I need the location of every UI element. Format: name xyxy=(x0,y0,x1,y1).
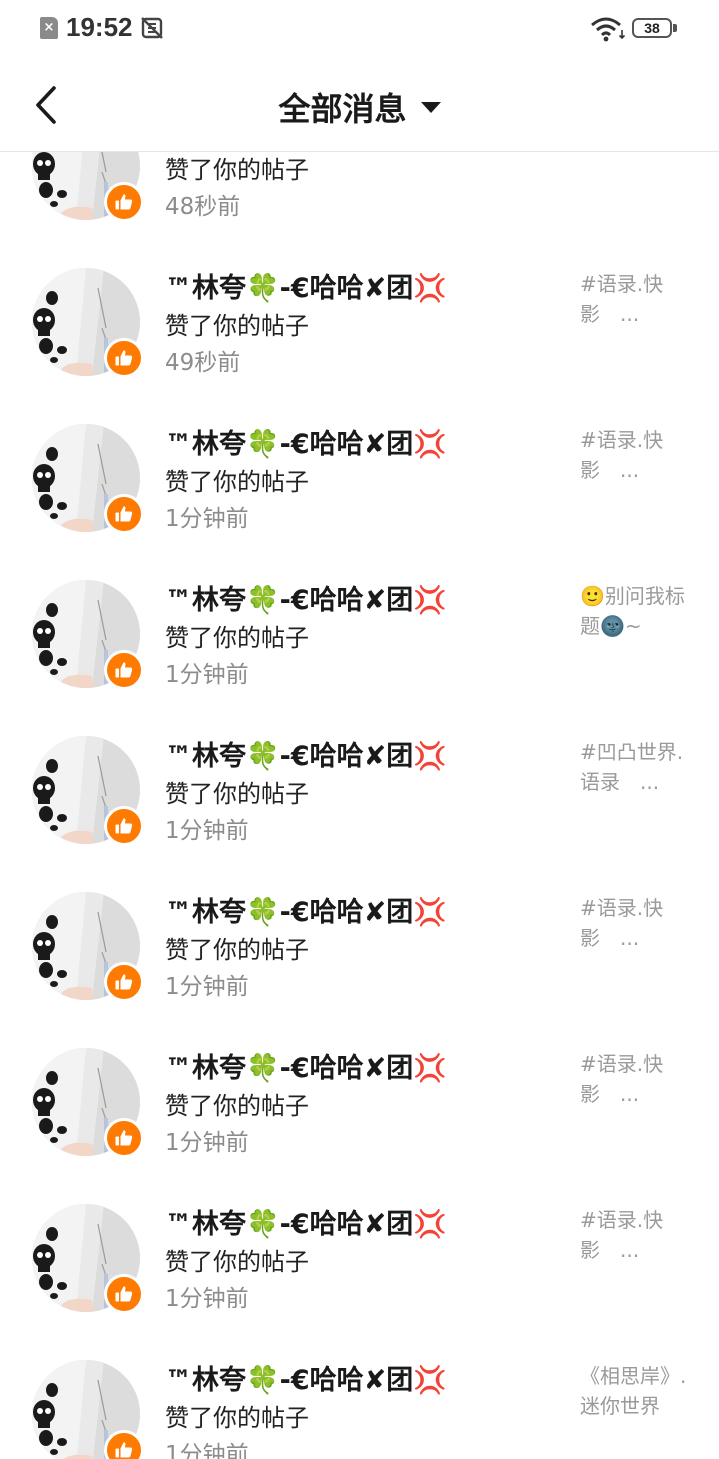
header-bar: 全部消息 xyxy=(0,58,719,152)
sender-name[interactable]: ™林夸🍀-€哈哈✘团💢 xyxy=(165,1358,447,1397)
page-title: 全部消息 xyxy=(278,90,407,128)
message-item[interactable]: ™林夸🍀-€哈哈✘团💢 赞了你的帖子 1分钟前 🙂别问我标题🌚~ xyxy=(0,464,719,690)
title-wrap: 全部消息 xyxy=(0,58,719,152)
thumbs-up-icon xyxy=(115,1442,133,1458)
post-preview[interactable]: 《相思岸》.迷你世界 xyxy=(580,1361,692,1421)
message-filter-dropdown[interactable]: 全部消息 xyxy=(278,84,441,130)
caret-down-icon xyxy=(420,101,441,113)
message-item[interactable]: ™林夸🍀-€哈哈✘团💢 赞了你的帖子 1分钟前 《相思岸》.迷你世界 xyxy=(0,1244,719,1459)
battery-tip xyxy=(673,24,677,32)
message-item[interactable]: ™林夸🍀-€哈哈✘团💢 赞了你的帖子 1分钟前 #语录.快影 ... xyxy=(0,308,719,534)
sender-name[interactable]: ™林夸🍀-€哈哈✘团💢 xyxy=(165,1202,447,1241)
message-time: 1分钟前 xyxy=(165,1442,249,1459)
wifi-icon xyxy=(591,17,626,42)
sender-name[interactable]: ™林夸🍀-€哈哈✘团💢 xyxy=(165,422,447,461)
battery-indicator: 38 xyxy=(632,18,672,38)
sim-off-icon: × xyxy=(40,17,58,39)
chevron-left-icon xyxy=(36,86,56,124)
status-bar: × 19:52 38 xyxy=(0,0,719,58)
sender-name[interactable]: ™林夸🍀-€哈哈✘团💢 xyxy=(165,266,447,305)
message-action: 赞了你的帖子 xyxy=(165,1404,309,1432)
sender-name[interactable]: ™林夸🍀-€哈哈✘团💢 xyxy=(165,578,447,617)
back-button[interactable] xyxy=(22,80,72,130)
message-item[interactable]: ™林夸🍀-€哈哈✘团💢 赞了你的帖子 1分钟前 #凹凸世界.语录 ... xyxy=(0,620,719,846)
status-time: 19:52 xyxy=(66,12,133,42)
message-item[interactable]: ™林夸🍀-€哈哈✘团💢 赞了你的帖子 49秒前 #语录.快影 ... xyxy=(0,152,719,378)
message-item[interactable]: ™林夸🍀-€哈哈✘团💢 赞了你的帖子 1分钟前 #语录.快影 ... xyxy=(0,932,719,1158)
message-list[interactable]: 赞了你的帖子 48秒前 ™林夸🍀-€哈哈✘团💢 赞了你的帖子 49秒前 #语录.… xyxy=(0,152,719,1459)
sender-name[interactable]: ™林夸🍀-€哈哈✘团💢 xyxy=(165,734,447,773)
sender-name[interactable]: ™林夸🍀-€哈哈✘团💢 xyxy=(165,1046,447,1085)
message-item[interactable]: ™林夸🍀-€哈哈✘团💢 赞了你的帖子 1分钟前 #语录.快影 ... xyxy=(0,1088,719,1314)
message-item[interactable]: ™林夸🍀-€哈哈✘团💢 赞了你的帖子 1分钟前 #语录.快影 ... xyxy=(0,776,719,1002)
alarm-off-icon xyxy=(141,17,163,39)
sender-name[interactable]: ™林夸🍀-€哈哈✘团💢 xyxy=(165,890,447,929)
